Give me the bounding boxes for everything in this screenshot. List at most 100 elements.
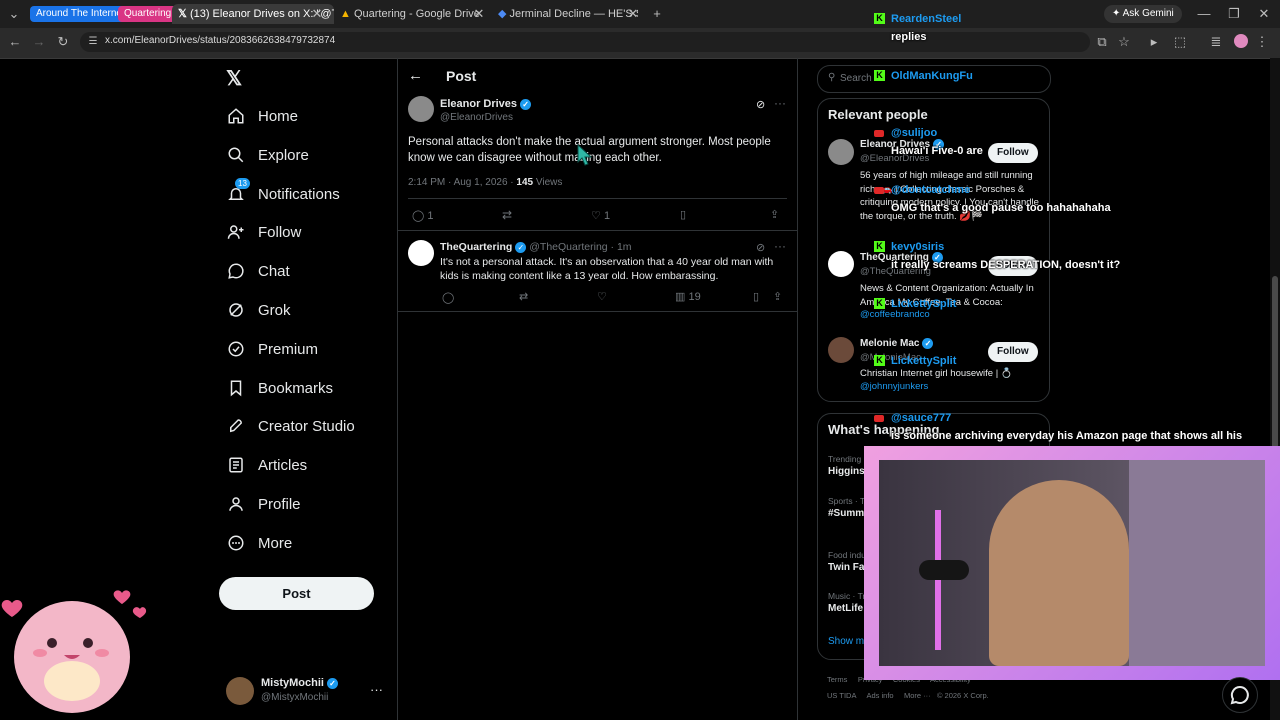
sidebar-item-label: Premium xyxy=(258,340,319,358)
sidebar-item-grok[interactable]: Grok xyxy=(226,292,291,328)
maximize-icon[interactable]: ❐ xyxy=(1226,4,1242,24)
like-button[interactable]: ♡ 1 xyxy=(591,209,610,223)
more-dots-icon[interactable]: ··· xyxy=(774,96,786,110)
tab-search-icon[interactable]: ⌄ xyxy=(4,4,24,24)
sidebar-item-premium[interactable]: Premium xyxy=(226,331,318,367)
chat-username: OldManKungFu xyxy=(891,70,973,82)
bookmark-button[interactable]: ▯ xyxy=(680,208,686,221)
share-icon: ⇪ xyxy=(770,209,780,221)
follow-button[interactable]: Follow xyxy=(988,342,1038,362)
browser-menu-icon[interactable]: ⋮ xyxy=(1254,32,1270,52)
back-arrow-icon[interactable]: ← xyxy=(408,67,423,84)
footer-link[interactable]: US TIDA xyxy=(827,691,856,700)
webcam-light-strip xyxy=(935,510,941,650)
more-dots-icon[interactable]: ··· xyxy=(774,239,786,253)
rocket-icon xyxy=(226,416,246,436)
analytics-icon: ▥ xyxy=(675,291,686,303)
avatar[interactable] xyxy=(828,139,854,165)
mouse-cursor-icon xyxy=(577,143,593,171)
repost-button[interactable]: ⇄ xyxy=(519,290,528,303)
trend-topic: Twin Fal xyxy=(828,562,868,573)
sidebar-item-notifications[interactable]: 13 Notifications xyxy=(226,176,340,212)
sidebar-item-creator-studio[interactable]: Creator Studio xyxy=(226,408,355,444)
heart-icon: ♡ xyxy=(597,291,607,303)
close-window-icon[interactable]: ✕ xyxy=(1256,4,1272,24)
chat-message: OMG that's a good pause too hahahahaha xyxy=(891,202,1111,214)
avatar[interactable] xyxy=(408,240,434,266)
trend-item[interactable]: Trending Higgins xyxy=(828,454,865,477)
sidebar-item-label: Creator Studio xyxy=(258,417,355,435)
chat-drawer-button[interactable] xyxy=(1222,677,1258,713)
grok-explain-icon[interactable]: ⊘ xyxy=(756,98,765,111)
sidebar-item-more[interactable]: More xyxy=(226,525,292,561)
trend-item[interactable]: Food indu Twin Fal xyxy=(828,550,867,573)
footer-link[interactable]: Ads info xyxy=(866,691,893,700)
new-tab-icon[interactable]: + xyxy=(648,4,666,24)
trend-item[interactable]: Music · Tr MetLife xyxy=(828,591,865,614)
grok-explain-icon[interactable]: ⊘ xyxy=(756,241,765,254)
reply-author[interactable]: TheQuartering ✓ @TheQuartering · 1m xyxy=(440,241,632,253)
footer-link[interactable]: Terms xyxy=(827,675,847,684)
bookmark-button[interactable]: ▯ xyxy=(753,290,759,303)
views-button[interactable]: ▥ 19 xyxy=(675,290,701,304)
kick-icon: K xyxy=(874,13,885,24)
reading-list-icon[interactable]: ≣ xyxy=(1208,32,1224,52)
reply-button[interactable]: ◯ 1 xyxy=(412,209,434,223)
address-field[interactable]: ☰ x.com/EleanorDrives/status/20836626384… xyxy=(80,32,1090,52)
sidebar-item-bookmarks[interactable]: Bookmarks xyxy=(226,370,333,406)
x-favicon-icon: 𝕏 xyxy=(178,8,187,20)
reply-button[interactable]: ◯ xyxy=(442,291,454,304)
post-divider xyxy=(398,311,797,312)
sidebar-item-profile[interactable]: Profile xyxy=(226,486,301,522)
site-info-icon[interactable]: ☰ xyxy=(86,32,100,52)
share-button[interactable]: ⇪ xyxy=(773,290,782,303)
heart-icon: ♡ xyxy=(591,210,601,222)
view-count: 145 xyxy=(516,177,534,188)
post-meta: 2:14 PM · Aug 1, 2026 · 145 Views xyxy=(408,177,563,188)
install-app-icon[interactable]: ⧉ xyxy=(1094,32,1110,52)
follow-button[interactable]: Follow xyxy=(988,143,1038,163)
post-button[interactable]: Post xyxy=(219,577,374,610)
sidebar-item-explore[interactable]: Explore xyxy=(226,137,309,173)
tab-jerminal-decline[interactable]: ◆ Jerminal Decline — HE'S SHOR xyxy=(492,4,638,24)
forward-icon[interactable]: → xyxy=(30,32,48,52)
sidebar-item-chat[interactable]: Chat xyxy=(226,253,290,289)
minimize-icon[interactable]: — xyxy=(1196,4,1212,24)
sidebar-item-follow[interactable]: Follow xyxy=(226,214,301,250)
avatar[interactable] xyxy=(408,96,434,122)
x-logo-icon[interactable]: 𝕏 xyxy=(226,66,248,90)
share-button[interactable]: ⇪ xyxy=(770,208,779,221)
close-tab-icon[interactable]: ✕ xyxy=(626,4,640,24)
tab-group-around-the-internet[interactable]: Around The Internet xyxy=(30,6,131,22)
extensions-icon[interactable]: ⬚ xyxy=(1172,32,1188,52)
like-button[interactable]: ♡ xyxy=(597,290,607,303)
ask-gemini-button[interactable]: ✦ Ask Gemini xyxy=(1104,5,1182,23)
back-icon[interactable]: ← xyxy=(6,32,24,52)
post-author-handle[interactable]: @EleanorDrives xyxy=(440,112,513,123)
person-bio-link[interactable]: @coffeebrandco xyxy=(860,309,930,320)
person-bio-link[interactable]: @johnnyjunkers xyxy=(860,381,928,392)
show-more-link[interactable]: Show m xyxy=(828,636,864,647)
avatar[interactable] xyxy=(828,337,854,363)
reload-icon[interactable]: ↻ xyxy=(54,32,72,52)
bookmark-star-icon[interactable]: ☆ xyxy=(1116,32,1132,52)
chat-username: LickettySplit xyxy=(891,355,957,367)
browser-profile-avatar[interactable] xyxy=(1234,34,1248,48)
close-tab-icon[interactable]: ✕ xyxy=(310,4,324,24)
tab-group-quartering[interactable]: Quartering xyxy=(118,6,178,22)
post-author-name[interactable]: Eleanor Drives ✓ xyxy=(440,98,532,110)
footer-link[interactable]: More ··· xyxy=(904,691,931,700)
repost-button[interactable]: ⇄ xyxy=(502,208,512,222)
account-switcher[interactable]: MistyMochii ✓ @MistyxMochii ··· xyxy=(224,674,384,708)
avatar[interactable] xyxy=(828,251,854,277)
grok-icon xyxy=(226,300,246,320)
footer-copyright: © 2026 X Corp. xyxy=(936,691,989,700)
media-play-icon[interactable]: ▸ xyxy=(1146,32,1162,52)
drive-favicon-icon: ▲ xyxy=(340,8,351,20)
sidebar-item-articles[interactable]: Articles xyxy=(226,447,307,483)
more-dots-icon[interactable]: ··· xyxy=(370,682,383,697)
sidebar-item-home[interactable]: Home xyxy=(226,98,298,134)
person-name[interactable]: Melonie Mac ✓ xyxy=(860,338,934,349)
sidebar-item-label: Profile xyxy=(258,495,301,513)
close-tab-icon[interactable]: ✕ xyxy=(472,4,486,24)
